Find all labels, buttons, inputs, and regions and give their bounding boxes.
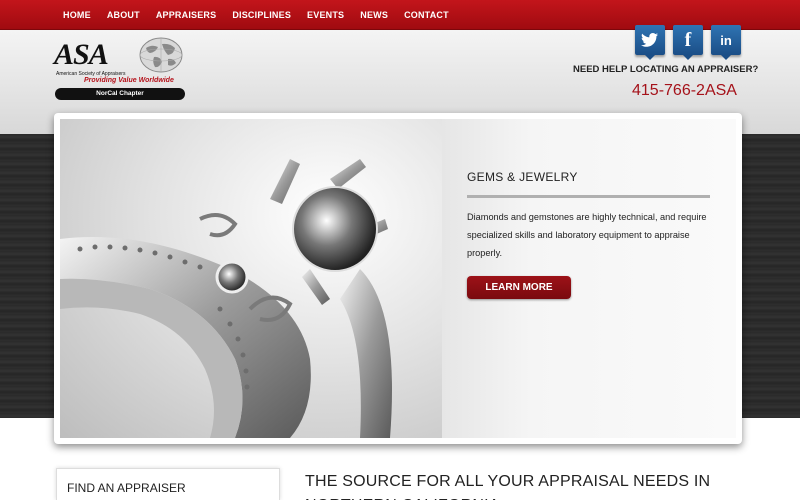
logo-tagline: Providing Value Worldwide (84, 77, 174, 84)
linkedin-icon[interactable]: in (711, 25, 741, 60)
ring-illustration (60, 159, 392, 438)
logo-chapter-badge: NorCal Chapter (55, 88, 185, 100)
slide-description: Diamonds and gemstones are highly techni… (467, 212, 707, 258)
nav-contact[interactable]: CONTACT (396, 10, 457, 20)
learn-more-button[interactable]: LEARN MORE (467, 276, 571, 299)
social-links: f in (635, 25, 741, 60)
asa-logo[interactable]: ASA American Society of Appraisers Provi… (54, 36, 186, 104)
find-appraiser-title: FIND AN APPRAISER (67, 481, 186, 495)
nav-news[interactable]: NEWS (352, 10, 396, 20)
find-appraiser-box: FIND AN APPRAISER (56, 468, 280, 500)
locate-appraiser-prompt: NEED HELP LOCATING AN APPRAISER? (573, 64, 759, 75)
slide-divider (467, 195, 710, 198)
twitter-icon[interactable] (635, 25, 665, 60)
slide-title: GEMS & JEWELRY (467, 170, 578, 184)
slide-content: GEMS & JEWELRY Diamonds and gemstones ar… (442, 119, 736, 438)
nav-home[interactable]: HOME (55, 10, 99, 20)
globe-icon (139, 37, 183, 73)
nav-appraisers[interactable]: APPRAISERS (148, 10, 225, 20)
logo-wordmark: ASA (54, 38, 109, 71)
twitter-bird-icon (641, 33, 658, 47)
main-headline: THE SOURCE FOR ALL YOUR APPRAISAL NEEDS … (305, 473, 711, 500)
nav-disciplines[interactable]: DISCIPLINES (224, 10, 299, 20)
hero-slider: GEMS & JEWELRY Diamonds and gemstones ar… (54, 113, 742, 444)
nav-about[interactable]: ABOUT (99, 10, 148, 20)
facebook-icon[interactable]: f (673, 25, 703, 60)
nav-events[interactable]: EVENTS (299, 10, 352, 20)
diamond-ring-image (60, 119, 442, 438)
phone-number[interactable]: 415-766-2ASA (632, 82, 737, 100)
